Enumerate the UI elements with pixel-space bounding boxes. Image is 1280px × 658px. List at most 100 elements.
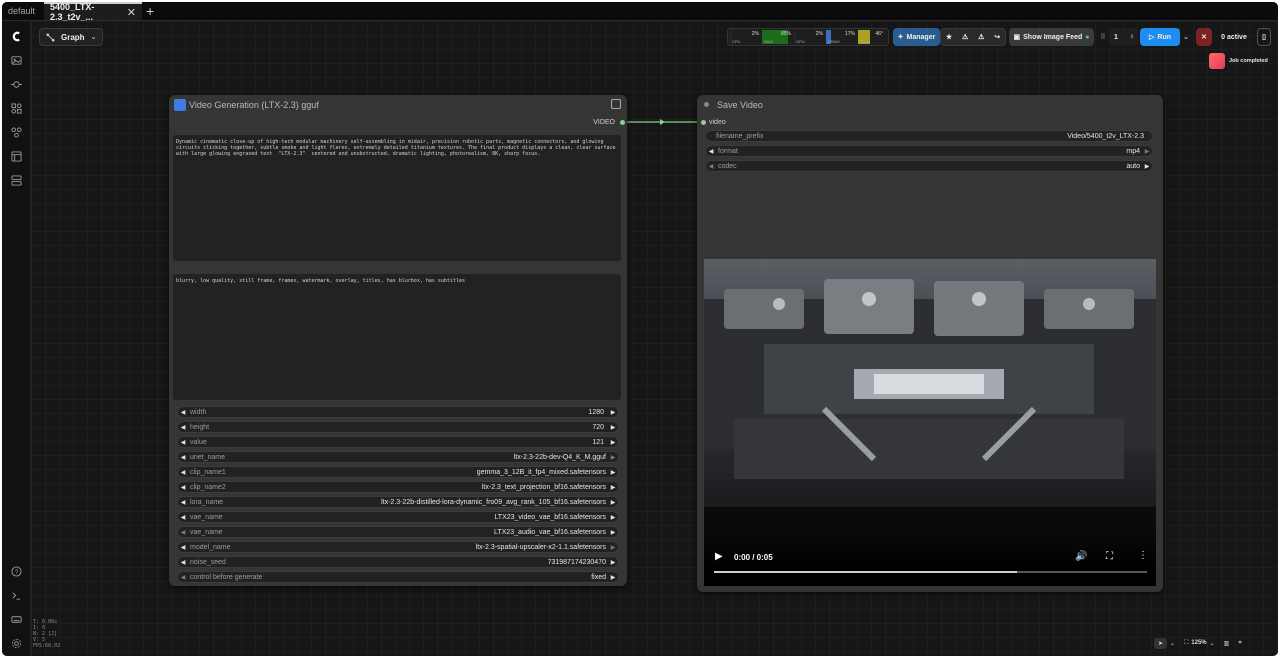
widget-vae-name[interactable]: ◀ vae_name LTX23_audio_vae_bf16.safetensor…	[177, 526, 619, 538]
keyboard-icon[interactable]	[9, 612, 23, 626]
widget-vae-name[interactable]: ◀ vae_name LTX23_video_vae_bf16.safetensor…	[177, 511, 619, 523]
widget-model-name[interactable]: ◀ model_name ltx-2.3-spatial-upscaler-x2-1…	[177, 541, 619, 553]
arrow-left-icon[interactable]: ◀	[178, 409, 188, 416]
node-collapse-dot-icon[interactable]	[704, 102, 709, 107]
arrow-right-icon[interactable]: ▶	[608, 514, 618, 521]
machinery-video-frame	[704, 279, 1156, 479]
arrow-left-icon[interactable]: ◀	[178, 559, 188, 566]
arrow-left-icon[interactable]: ◀	[178, 469, 188, 476]
play-icon[interactable]: ▶	[715, 551, 723, 562]
widget-clip-name2[interactable]: ◀ clip_name2 ltx-2.3_text_projection_bf16.…	[177, 481, 619, 493]
widget-filename-prefix[interactable]: filename_prefix Video/5400_t2v_LTX-2.3	[705, 130, 1153, 142]
arrow-right-icon[interactable]: ▶	[608, 484, 618, 491]
arrow-left-icon[interactable]: ◀	[178, 424, 188, 431]
arrow-left-icon[interactable]: ◀	[706, 148, 716, 155]
node-title-bar[interactable]: Save Video	[697, 95, 1163, 114]
templates-icon[interactable]	[9, 173, 23, 187]
arrow-right-icon[interactable]: ▶	[608, 559, 618, 566]
arrow-left-icon[interactable]: ◀	[178, 529, 188, 536]
fullscreen-icon[interactable]: ⛶	[1106, 551, 1113, 562]
comfy-logo-icon[interactable]	[9, 29, 23, 43]
widget-format[interactable]: ◀ format mp4 ▶	[705, 145, 1153, 157]
help-icon[interactable]: ?	[9, 564, 23, 578]
arrow-right-icon[interactable]: ▶	[608, 424, 618, 431]
arrow-right-icon[interactable]: ▶	[608, 439, 618, 446]
widget-clip-name1[interactable]: ◀ clip_name1 gemma_3_12B_it_fp4_mixed.safe…	[177, 466, 619, 478]
arrow-left-icon[interactable]: ◀	[178, 454, 188, 461]
ram-meter: 85% RAM	[762, 30, 792, 44]
arrow-right-icon[interactable]: ▶	[608, 469, 618, 476]
tab-default[interactable]: default	[2, 2, 44, 20]
batch-count-input[interactable]: 1 ⇕	[1110, 28, 1138, 46]
arrow-right-icon[interactable]: ▶	[608, 529, 618, 536]
new-tab-button[interactable]: +	[142, 2, 158, 20]
arrow-left-icon[interactable]: ◀	[178, 574, 188, 581]
star-icon[interactable]: ★	[946, 33, 952, 41]
settings-gear-icon[interactable]	[9, 636, 23, 650]
arrow-right-icon[interactable]: ▶	[608, 454, 618, 461]
arrow-right-icon[interactable]: ▶	[608, 574, 618, 581]
link-visibility-icon[interactable]: ⌗	[1238, 640, 1241, 647]
chevron-down-icon[interactable]: ⌄	[1170, 640, 1175, 647]
manager-button[interactable]: ✦ Manager	[893, 28, 940, 46]
sidebar-toggle-icon[interactable]: ▯	[1257, 28, 1271, 46]
output-socket[interactable]	[620, 120, 625, 125]
positive-prompt-textarea[interactable]: Dynamic cinematic close-up of high-tech …	[173, 135, 621, 261]
workflows-icon[interactable]	[9, 149, 23, 163]
arrow-right-icon[interactable]: ▶	[608, 409, 618, 416]
widget-unet-name[interactable]: ◀ unet_name ltx-2.3-22b-dev-Q4_K_M.gguf ▶	[177, 451, 619, 463]
enter-subgraph-icon[interactable]	[611, 99, 621, 109]
warning-icon[interactable]: ⚠	[962, 33, 968, 41]
drag-handle-icon[interactable]: ⠿	[1099, 28, 1107, 46]
widget-width[interactable]: ◀ width 1280 ▶	[177, 406, 619, 418]
fit-view-icon[interactable]: ⛶	[1184, 640, 1188, 647]
video-progress-bar[interactable]	[714, 571, 1147, 573]
negative-prompt-textarea[interactable]: blurry, low quality, still frame, frames…	[173, 274, 621, 400]
arrow-left-icon[interactable]: ◀	[178, 499, 188, 506]
terminal-icon[interactable]	[9, 588, 23, 602]
arrow-right-icon[interactable]: ▶	[608, 499, 618, 506]
video-generation-node[interactable]: Video Generation (LTX-2.3) gguf VIDEO Dy…	[169, 95, 627, 586]
arrow-left-icon[interactable]: ◀	[178, 544, 188, 551]
widget-value[interactable]: ◀ value 121 ▶	[177, 436, 619, 448]
arrow-right-icon[interactable]: ▶	[1142, 163, 1152, 170]
select-tool-icon[interactable]: ➤	[1154, 637, 1168, 649]
history-icon[interactable]	[9, 77, 23, 91]
chevron-down-icon[interactable]: ⌄	[1210, 640, 1215, 647]
widget-lora-name[interactable]: ◀ lora_name ltx-2.3-22b-distilled-lora-dyn…	[177, 496, 619, 508]
node-title-bar[interactable]: Video Generation (LTX-2.3) gguf	[169, 95, 627, 114]
cancel-button[interactable]: ✕	[1196, 28, 1212, 46]
widget-codec[interactable]: ◀ codec auto ▶	[705, 160, 1153, 172]
tab-active-workflow[interactable]: 5400_LTX-2.3_t2v_... ✕	[44, 2, 142, 22]
widget-name: codec	[718, 162, 737, 170]
more-options-icon[interactable]: ⋮	[1138, 550, 1148, 561]
widget-control-before-generate[interactable]: ◀ control before generate fixed ▶	[177, 571, 619, 583]
model-library-icon[interactable]	[9, 125, 23, 139]
arrow-left-icon[interactable]: ◀	[178, 514, 188, 521]
zoom-level[interactable]: 125%	[1191, 640, 1206, 646]
input-socket[interactable]	[701, 120, 706, 125]
run-options-chevron-icon[interactable]: ⌄	[1181, 28, 1191, 46]
video-controls: ▶ 0:00 / 0:05 🔊 ⛶ ⋮	[704, 530, 1156, 586]
arrow-left-icon[interactable]: ◀	[706, 163, 716, 170]
node-library-icon[interactable]	[9, 101, 23, 115]
save-video-node[interactable]: Save Video video filename_prefix Video/5…	[697, 95, 1163, 592]
arrow-right-icon[interactable]: ▶	[1142, 148, 1152, 155]
arrow-left-icon[interactable]: ◀	[178, 484, 188, 491]
graph-mode-button[interactable]: Graph ⌄	[39, 28, 104, 46]
arrow-left-icon[interactable]: ◀	[178, 439, 188, 446]
show-image-feed-button[interactable]: ▣ Show Image Feed ●	[1009, 28, 1094, 46]
share-icon[interactable]: ↪	[994, 33, 1000, 41]
volume-icon[interactable]: 🔊	[1075, 551, 1087, 562]
video-player[interactable]: ▶ 0:00 / 0:05 🔊 ⛶ ⋮	[704, 259, 1156, 586]
job-preview-thumbnail[interactable]	[1209, 53, 1225, 69]
widget-noise-seed[interactable]: ◀ noise_seed 731987174230470 ▶	[177, 556, 619, 568]
queue-status[interactable]: 0 active	[1215, 28, 1253, 46]
widget-height[interactable]: ◀ height 720 ▶	[177, 421, 619, 433]
run-button[interactable]: ▷ Run	[1140, 28, 1180, 46]
arrow-right-icon[interactable]: ▶	[608, 544, 618, 551]
close-tab-icon[interactable]: ✕	[127, 6, 136, 19]
alert-icon[interactable]: ⚠	[978, 33, 984, 41]
minimap-icon[interactable]: ▥	[1224, 640, 1230, 647]
image-gallery-icon[interactable]	[9, 53, 23, 67]
